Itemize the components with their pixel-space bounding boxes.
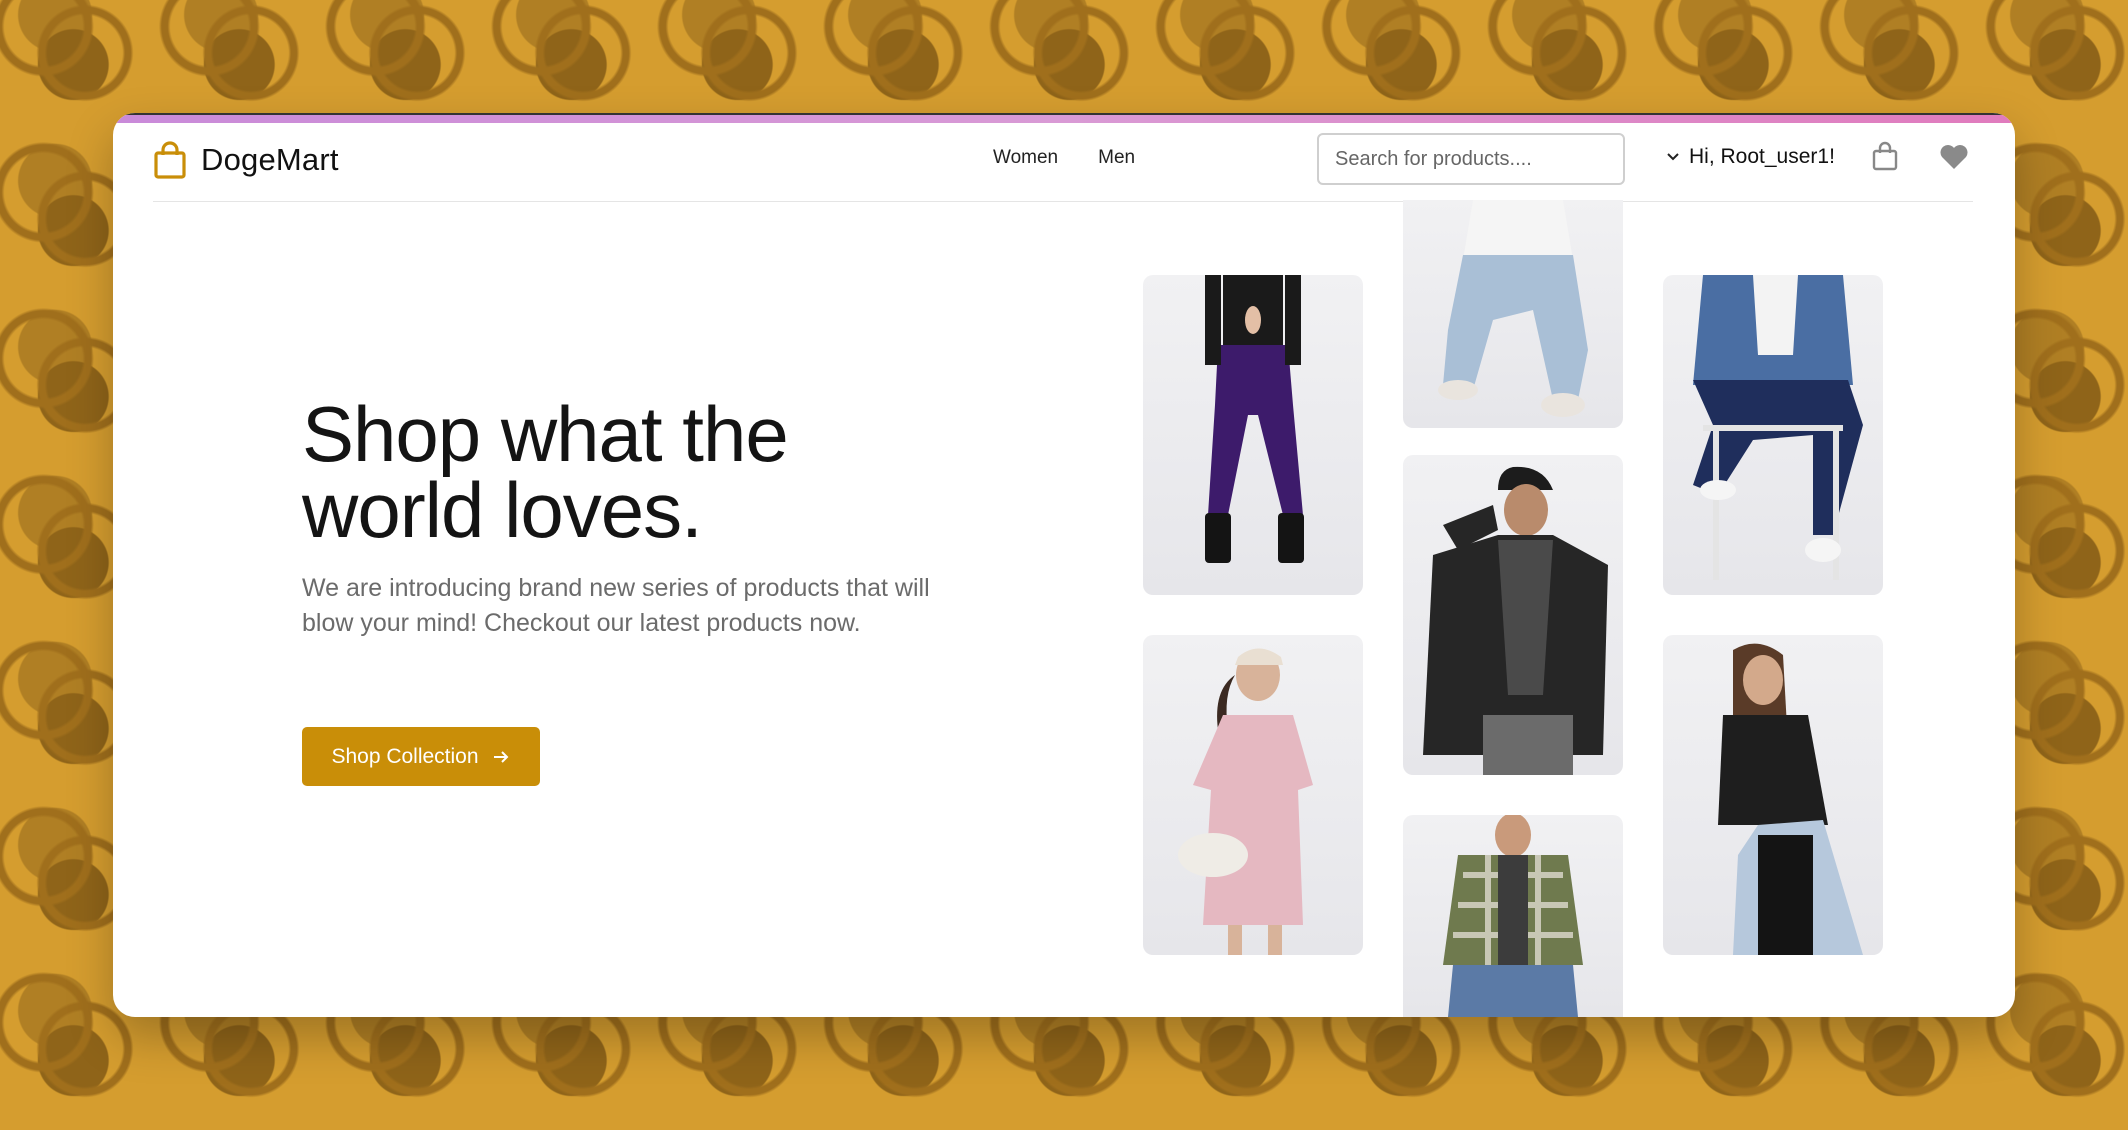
product-photo — [1693, 275, 1863, 580]
user-greeting: Hi, Root_user1! — [1689, 145, 1835, 168]
product-photo — [1205, 275, 1304, 563]
product-photo — [1438, 200, 1588, 417]
browser-window: DogeMart Women Men Hi, Root_user1! Shop … — [113, 113, 2015, 1017]
product-image-leather-jacket-woman[interactable] — [1663, 635, 1883, 955]
product-image-light-jeans[interactable] — [1403, 200, 1623, 428]
brand-logo[interactable]: DogeMart — [153, 141, 339, 179]
product-photo — [1178, 648, 1313, 955]
product-photo — [1718, 643, 1863, 955]
chevron-down-icon — [1667, 153, 1679, 161]
brand-name: DogeMart — [201, 142, 339, 177]
main-nav: Women Men — [993, 147, 1135, 169]
accent-bar — [113, 113, 2015, 123]
nav-women[interactable]: Women — [993, 147, 1058, 169]
product-photo — [1423, 466, 1608, 775]
product-image-pink-dress[interactable] — [1143, 635, 1363, 955]
product-image-denim-shirt-man[interactable] — [1663, 275, 1883, 595]
heart-icon[interactable] — [1939, 143, 1969, 171]
shop-collection-button[interactable]: Shop Collection — [302, 727, 540, 786]
shopping-bag-icon — [154, 141, 186, 179]
site-header: DogeMart Women Men Hi, Root_user1! — [153, 123, 1973, 202]
product-photo — [1443, 815, 1583, 1017]
search-input[interactable] — [1317, 133, 1625, 185]
arrow-right-icon — [493, 750, 508, 763]
product-image-purple-jeans[interactable] — [1143, 275, 1363, 595]
product-image-plaid-shirt[interactable] — [1403, 815, 1623, 1017]
hero-title: Shop what the world loves. — [302, 390, 789, 554]
user-menu[interactable]: Hi, Root_user1! — [1665, 145, 1835, 169]
hero-subtitle: We are introducing brand new series of p… — [302, 574, 930, 637]
cart-icon[interactable] — [1871, 141, 1899, 171]
nav-men[interactable]: Men — [1098, 147, 1135, 169]
cta-label: Shop Collection — [331, 744, 479, 768]
product-image-leather-jacket-man[interactable] — [1403, 455, 1623, 775]
